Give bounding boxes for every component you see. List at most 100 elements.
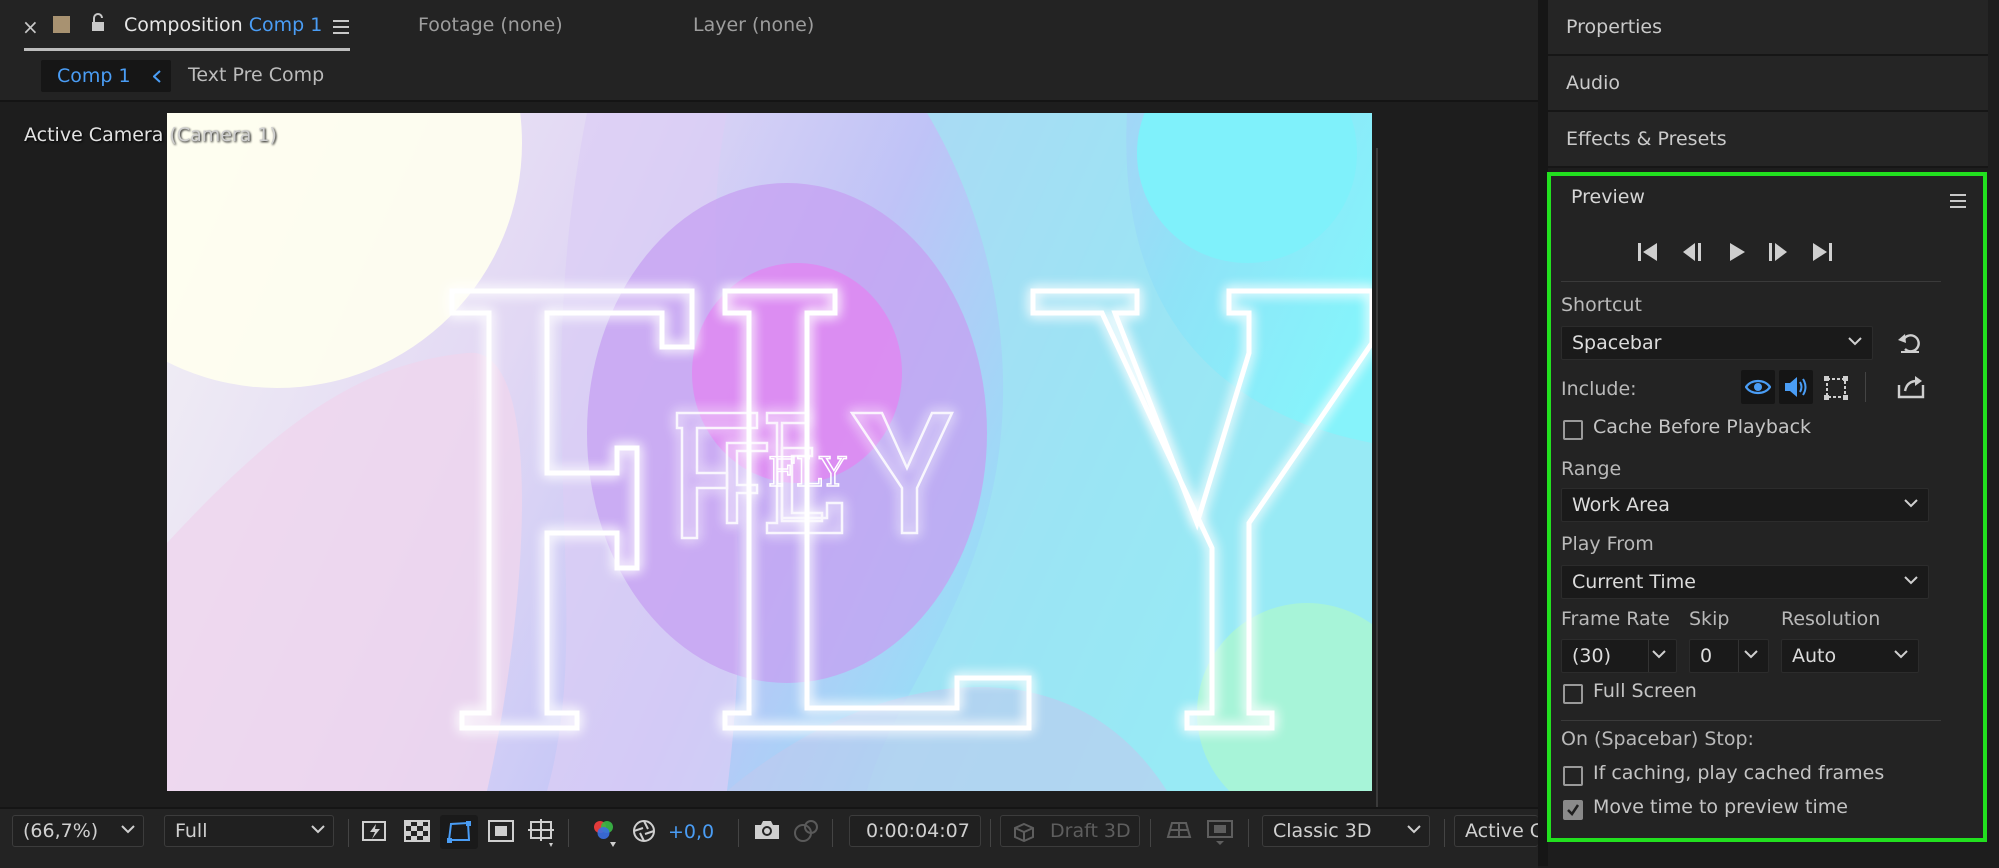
canvas-artwork: FLY bbox=[167, 113, 1372, 791]
on-stop-label: On (Spacebar) Stop: bbox=[1561, 728, 1754, 750]
chevron-down-icon bbox=[311, 825, 325, 834]
panel-menu-icon[interactable] bbox=[1950, 194, 1966, 208]
if-caching-checkbox[interactable] bbox=[1563, 766, 1583, 786]
resolution-preview-dropdown[interactable]: Auto bbox=[1781, 639, 1919, 673]
frame-rate-dropdown[interactable]: (30) bbox=[1561, 639, 1677, 673]
toolbar-divider bbox=[568, 819, 569, 847]
camera-label-text: Active Camera bbox=[24, 124, 164, 146]
preview-title: Preview bbox=[1571, 186, 1645, 208]
composition-tab-bar: × Composition Comp 1 Footage (none) Laye… bbox=[0, 0, 1538, 56]
composition-color-swatch[interactable] bbox=[53, 16, 70, 33]
toolbar-divider bbox=[1150, 819, 1151, 847]
properties-panel-header[interactable]: Properties bbox=[1548, 0, 1988, 56]
composition-tab-name: Comp 1 bbox=[248, 14, 323, 36]
toolbar-divider bbox=[738, 819, 739, 847]
chevron-down-icon bbox=[1904, 499, 1918, 508]
if-caching-label: If caching, play cached frames bbox=[1593, 762, 1885, 784]
audio-label: Audio bbox=[1566, 72, 1621, 94]
play-from-dropdown[interactable]: Current Time bbox=[1561, 565, 1929, 599]
range-value: Work Area bbox=[1572, 494, 1670, 516]
composition-canvas[interactable]: FLY bbox=[167, 113, 1372, 791]
play-from-label: Play From bbox=[1561, 533, 1654, 555]
canvas-small-text: FLY bbox=[768, 450, 847, 496]
chevron-down-icon bbox=[1904, 576, 1918, 585]
toolbar-divider bbox=[1865, 372, 1866, 402]
3d-view-value: Active C bbox=[1465, 820, 1538, 842]
full-screen-checkbox[interactable] bbox=[1563, 684, 1583, 704]
previous-frame-icon[interactable] bbox=[1681, 242, 1703, 262]
effects-presets-panel-header[interactable]: Effects & Presets bbox=[1548, 112, 1988, 168]
composition-panel: × Composition Comp 1 Footage (none) Laye… bbox=[0, 0, 1538, 868]
region-of-interest-icon[interactable] bbox=[488, 819, 514, 843]
cache-before-playback-checkbox[interactable] bbox=[1563, 420, 1583, 440]
renderer-value: Classic 3D bbox=[1273, 820, 1372, 842]
navigator-comp-1[interactable]: Comp 1 bbox=[41, 60, 171, 92]
exposure-value[interactable]: +0,0 bbox=[668, 821, 714, 843]
preview-panel: Preview Shortcut Spacebar Include: Cache… bbox=[1547, 172, 1987, 842]
resolution-dropdown[interactable]: Full bbox=[164, 815, 334, 847]
resolution-preview-value: Auto bbox=[1792, 645, 1837, 667]
tab-layer[interactable]: Layer (none) bbox=[693, 14, 814, 36]
chevron-down-icon bbox=[1407, 825, 1421, 834]
skip-label: Skip bbox=[1689, 608, 1730, 630]
frame-rate-label: Frame Rate bbox=[1561, 608, 1670, 630]
lock-icon[interactable] bbox=[90, 13, 106, 33]
renderer-dropdown[interactable]: Classic 3D bbox=[1262, 815, 1430, 847]
chevron-down-icon bbox=[1652, 650, 1666, 659]
include-label: Include: bbox=[1561, 378, 1637, 400]
timecode-value: 0:00:04:07 bbox=[866, 820, 970, 842]
composition-tab[interactable]: Composition Comp 1 bbox=[124, 14, 322, 36]
export-icon[interactable] bbox=[1897, 375, 1925, 399]
fast-previews-icon[interactable] bbox=[362, 819, 388, 843]
current-time-display[interactable]: 0:00:04:07 bbox=[849, 815, 981, 847]
draft-3d-label: Draft 3D bbox=[1050, 820, 1131, 842]
first-frame-icon[interactable] bbox=[1637, 242, 1659, 262]
skip-dropdown[interactable]: 0 bbox=[1689, 639, 1769, 673]
navigator-text-pre-comp[interactable]: Text Pre Comp bbox=[188, 64, 324, 86]
channel-rgb-icon[interactable] bbox=[590, 819, 618, 849]
close-icon[interactable]: × bbox=[22, 15, 39, 39]
tab-footage[interactable]: Footage (none) bbox=[418, 14, 563, 36]
shortcut-label: Shortcut bbox=[1561, 294, 1642, 316]
draft-3d-toggle[interactable]: Draft 3D bbox=[1000, 815, 1140, 847]
shortcut-dropdown[interactable]: Spacebar bbox=[1561, 326, 1873, 360]
properties-label: Properties bbox=[1566, 16, 1663, 38]
checkmark-icon bbox=[1567, 804, 1580, 816]
chevron-down-icon bbox=[1894, 650, 1908, 659]
toolbar-divider bbox=[832, 819, 833, 847]
include-video-toggle[interactable] bbox=[1741, 370, 1775, 404]
viewer-toolbar: (66,7%) Full +0,0 0:00:04:07 Draft 3D Cl… bbox=[0, 807, 1538, 868]
panel-menu-icon[interactable] bbox=[333, 20, 349, 34]
reset-icon[interactable] bbox=[1897, 331, 1923, 355]
grid-guides-icon[interactable] bbox=[528, 819, 556, 849]
reset-exposure-icon[interactable] bbox=[632, 819, 656, 843]
mask-path-icon bbox=[447, 821, 471, 843]
composition-viewer[interactable]: FLY Active Camera (Camera 1) bbox=[0, 102, 1538, 808]
range-dropdown[interactable]: Work Area bbox=[1561, 488, 1929, 522]
3d-view-dropdown[interactable]: Active C bbox=[1454, 815, 1538, 847]
composition-navigator-bar: Comp 1 Text Pre Comp bbox=[0, 56, 1538, 102]
play-icon[interactable] bbox=[1727, 242, 1747, 262]
last-frame-icon[interactable] bbox=[1811, 242, 1833, 262]
camera-snapshot-icon[interactable] bbox=[753, 819, 781, 841]
move-time-checkbox[interactable] bbox=[1563, 800, 1583, 820]
include-audio-toggle[interactable] bbox=[1779, 370, 1813, 404]
resolution-label: Resolution bbox=[1781, 608, 1881, 630]
transparency-grid-icon[interactable] bbox=[404, 819, 430, 843]
full-screen-label: Full Screen bbox=[1593, 680, 1697, 702]
field-divider bbox=[1738, 640, 1739, 672]
next-frame-icon[interactable] bbox=[1767, 242, 1789, 262]
include-overlays-icon[interactable] bbox=[1823, 375, 1849, 401]
audio-panel-header[interactable]: Audio bbox=[1548, 56, 1988, 112]
toolbar-divider bbox=[990, 819, 991, 847]
chevron-down-icon bbox=[121, 825, 135, 834]
chevron-down-icon bbox=[1744, 650, 1758, 659]
extended-viewer-icon bbox=[1207, 820, 1233, 845]
chevron-down-icon bbox=[1848, 337, 1862, 346]
canvas-edge-line bbox=[1376, 148, 1378, 808]
shortcut-value: Spacebar bbox=[1572, 332, 1662, 354]
cache-before-playback-label: Cache Before Playback bbox=[1593, 416, 1812, 438]
speaker-icon bbox=[1785, 377, 1807, 397]
magnification-dropdown[interactable]: (66,7%) bbox=[12, 815, 144, 847]
mask-visibility-button[interactable] bbox=[440, 815, 478, 849]
